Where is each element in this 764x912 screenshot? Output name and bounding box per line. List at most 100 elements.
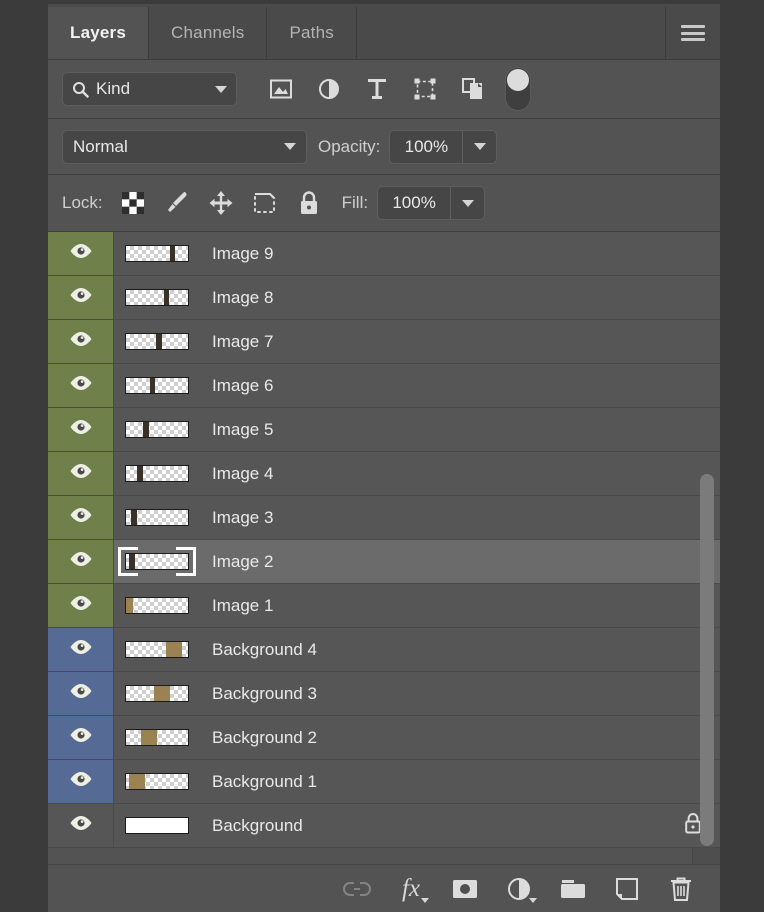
table-row[interactable]: Image 2: [48, 540, 720, 584]
layer-name[interactable]: Image 5: [200, 408, 666, 451]
delete-layer-button[interactable]: [656, 869, 706, 909]
fx-icon: fx: [401, 874, 421, 902]
layer-visibility-toggle[interactable]: [48, 452, 114, 495]
layer-name[interactable]: Image 8: [200, 276, 666, 319]
lock-position-icon[interactable]: [199, 184, 243, 222]
new-adjustment-layer-button[interactable]: [494, 869, 544, 909]
layer-thumbnail[interactable]: [114, 496, 200, 539]
table-row[interactable]: Background: [48, 804, 720, 848]
layer-thumbnail[interactable]: [114, 760, 200, 803]
layer-thumbnail[interactable]: [114, 628, 200, 671]
filter-type-layers-icon[interactable]: [353, 69, 401, 109]
layer-visibility-toggle[interactable]: [48, 760, 114, 803]
filter-adjustment-layers-icon[interactable]: [305, 69, 353, 109]
layer-name[interactable]: Image 2: [200, 540, 666, 583]
filter-toggle-knob: [507, 69, 529, 91]
table-row[interactable]: Background 4: [48, 628, 720, 672]
table-row[interactable]: Image 7: [48, 320, 720, 364]
layer-name[interactable]: Image 6: [200, 364, 666, 407]
filter-shape-layers-icon[interactable]: [401, 69, 449, 109]
layer-name[interactable]: Image 1: [200, 584, 666, 627]
table-row[interactable]: Image 8: [48, 276, 720, 320]
link-layers-button[interactable]: [332, 869, 382, 909]
layer-thumbnail[interactable]: [114, 276, 200, 319]
table-row[interactable]: Background 2: [48, 716, 720, 760]
table-row[interactable]: Image 4: [48, 452, 720, 496]
layer-thumbnail[interactable]: [114, 584, 200, 627]
layer-thumbnail-image: [125, 465, 189, 482]
layer-name[interactable]: Background: [200, 804, 666, 847]
fill-stepper[interactable]: [450, 187, 484, 219]
layer-list: Image 9 Image 8 Image 7 Image 6 Image 5 Image…: [48, 232, 720, 864]
tab-channels[interactable]: Channels: [149, 7, 268, 59]
fill-field[interactable]: 100%: [377, 186, 486, 220]
new-group-button[interactable]: [548, 869, 598, 909]
layer-name[interactable]: Background 3: [200, 672, 666, 715]
layer-visibility-toggle[interactable]: [48, 716, 114, 759]
chevron-down-icon: [529, 897, 537, 903]
layer-name[interactable]: Background 2: [200, 716, 666, 759]
scrollbar-thumb[interactable]: [700, 474, 714, 846]
filter-enable-toggle[interactable]: [505, 67, 531, 111]
layer-thumbnail-image: [125, 597, 189, 614]
table-row[interactable]: Image 1: [48, 584, 720, 628]
hamburger-menu-icon: [681, 22, 705, 45]
blend-mode-dropdown[interactable]: Normal: [62, 129, 307, 164]
layer-visibility-toggle[interactable]: [48, 496, 114, 539]
add-layer-style-button[interactable]: fx: [386, 869, 436, 909]
opacity-stepper[interactable]: [462, 130, 496, 163]
layer-thumbnail[interactable]: [114, 408, 200, 451]
layer-visibility-toggle[interactable]: [48, 672, 114, 715]
layer-visibility-toggle[interactable]: [48, 584, 114, 627]
layer-visibility-toggle[interactable]: [48, 276, 114, 319]
layer-name[interactable]: Background 1: [200, 760, 666, 803]
add-layer-mask-button[interactable]: [440, 869, 490, 909]
tab-layers[interactable]: Layers: [48, 7, 150, 59]
filter-kind-dropdown[interactable]: Kind: [62, 72, 237, 106]
layer-visibility-toggle[interactable]: [48, 232, 114, 275]
layer-visibility-toggle[interactable]: [48, 628, 114, 671]
table-row[interactable]: Image 9: [48, 232, 720, 276]
chevron-down-icon: [473, 143, 486, 150]
lock-image-pixels-icon[interactable]: [155, 184, 199, 222]
layer-visibility-toggle[interactable]: [48, 408, 114, 451]
layer-visibility-toggle[interactable]: [48, 804, 114, 847]
table-row[interactable]: Background 1: [48, 760, 720, 804]
layer-name[interactable]: Image 7: [200, 320, 666, 363]
table-row[interactable]: Image 5: [48, 408, 720, 452]
filter-kind-label: Kind: [96, 79, 131, 98]
layer-thumbnail[interactable]: [114, 672, 200, 715]
layer-thumbnail-image: [125, 333, 189, 350]
layer-thumbnail[interactable]: [114, 320, 200, 363]
eye-icon: [69, 243, 93, 264]
lock-all-icon[interactable]: [287, 184, 331, 222]
opacity-field[interactable]: 100%: [389, 129, 498, 164]
layer-name[interactable]: Background 4: [200, 628, 666, 671]
layer-thumbnail[interactable]: [114, 232, 200, 275]
layer-name[interactable]: Image 3: [200, 496, 666, 539]
filter-pixel-layers-icon[interactable]: [257, 69, 305, 109]
filter-smart-object-layers-icon[interactable]: [449, 69, 497, 109]
table-row[interactable]: Background 3: [48, 672, 720, 716]
layer-list-scrollbar[interactable]: [700, 232, 714, 864]
layer-thumbnail[interactable]: [114, 540, 200, 583]
layer-name[interactable]: Image 9: [200, 232, 666, 275]
table-row[interactable]: Image 3: [48, 496, 720, 540]
layer-thumbnail[interactable]: [114, 804, 200, 847]
eye-icon: [69, 771, 93, 792]
eye-icon: [69, 815, 93, 836]
lock-transparent-pixels-icon[interactable]: [111, 184, 155, 222]
eye-icon: [69, 463, 93, 484]
panel-menu-button[interactable]: [666, 7, 720, 59]
layer-visibility-toggle[interactable]: [48, 320, 114, 363]
tab-paths[interactable]: Paths: [267, 7, 357, 59]
layer-visibility-toggle[interactable]: [48, 364, 114, 407]
layer-name[interactable]: Image 4: [200, 452, 666, 495]
layer-thumbnail[interactable]: [114, 716, 200, 759]
lock-artboard-nesting-icon[interactable]: [243, 184, 287, 222]
layer-visibility-toggle[interactable]: [48, 540, 114, 583]
table-row[interactable]: Image 6: [48, 364, 720, 408]
new-layer-button[interactable]: [602, 869, 652, 909]
layer-thumbnail[interactable]: [114, 452, 200, 495]
layer-thumbnail[interactable]: [114, 364, 200, 407]
